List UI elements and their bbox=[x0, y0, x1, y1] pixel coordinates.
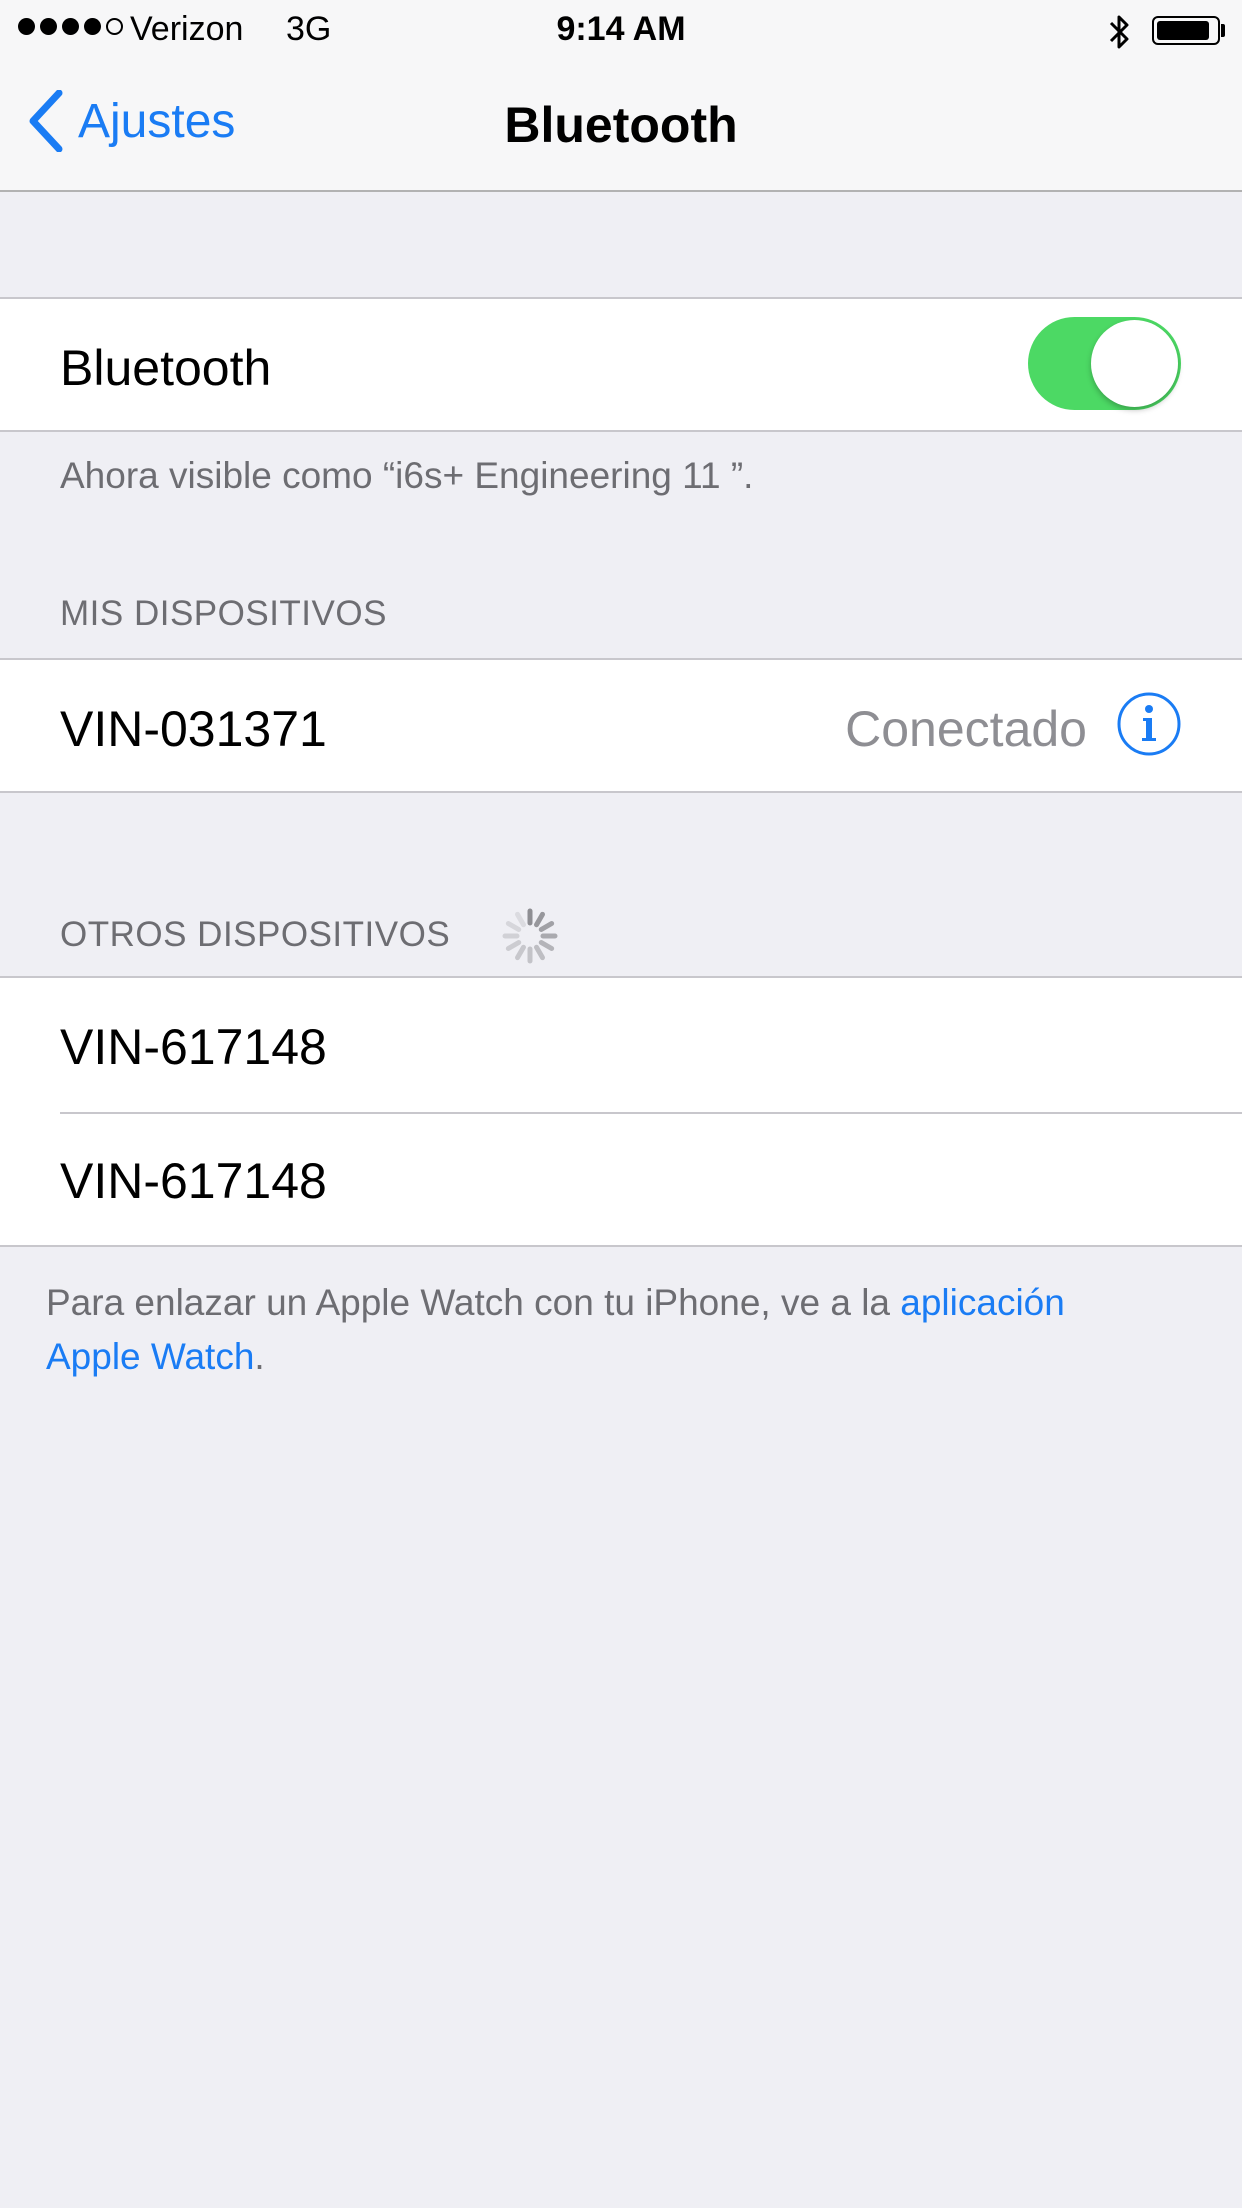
bluetooth-label: Bluetooth bbox=[60, 340, 272, 396]
apple-watch-link-part1[interactable]: aplicación bbox=[900, 1282, 1065, 1323]
visible-as-text: Ahora visible como “i6s+ Engineering 11 … bbox=[60, 455, 754, 496]
my-devices-header: MIS DISPOSITIVOS bbox=[60, 594, 387, 633]
bluetooth-icon bbox=[1109, 15, 1129, 49]
bluetooth-toggle[interactable] bbox=[1028, 317, 1181, 410]
battery-tip bbox=[1221, 24, 1225, 37]
apple-watch-note: Para enlazar un Apple Watch con tu iPhon… bbox=[46, 1276, 1196, 1384]
spinner-icon bbox=[502, 908, 558, 964]
other-devices-list: VIN-617148 VIN-617148 bbox=[0, 976, 1242, 1247]
apple-watch-note-text: Para enlazar un Apple Watch con tu iPhon… bbox=[46, 1282, 901, 1323]
other-devices-header: OTROS DISPOSITIVOS bbox=[60, 915, 451, 954]
device-name: VIN-617148 bbox=[60, 1019, 327, 1075]
list-item[interactable]: VIN-617148 bbox=[0, 978, 1242, 1112]
battery-icon bbox=[1152, 16, 1220, 45]
device-status: Conectado bbox=[845, 701, 1087, 757]
list-item[interactable]: VIN-617148 bbox=[0, 1114, 1242, 1247]
toggle-knob bbox=[1091, 320, 1178, 407]
device-name: VIN-617148 bbox=[60, 1153, 327, 1209]
info-icon[interactable] bbox=[1116, 691, 1182, 757]
device-name: VIN-031371 bbox=[60, 701, 327, 757]
apple-watch-note-end: . bbox=[254, 1336, 265, 1377]
status-time: 9:14 AM bbox=[556, 10, 686, 48]
apple-watch-link-part2[interactable]: Apple Watch bbox=[46, 1336, 254, 1377]
navigation-bar: Verizon 3G 9:14 AM Ajustes Bluetooth bbox=[0, 0, 1242, 192]
page-title: Bluetooth bbox=[504, 97, 738, 153]
